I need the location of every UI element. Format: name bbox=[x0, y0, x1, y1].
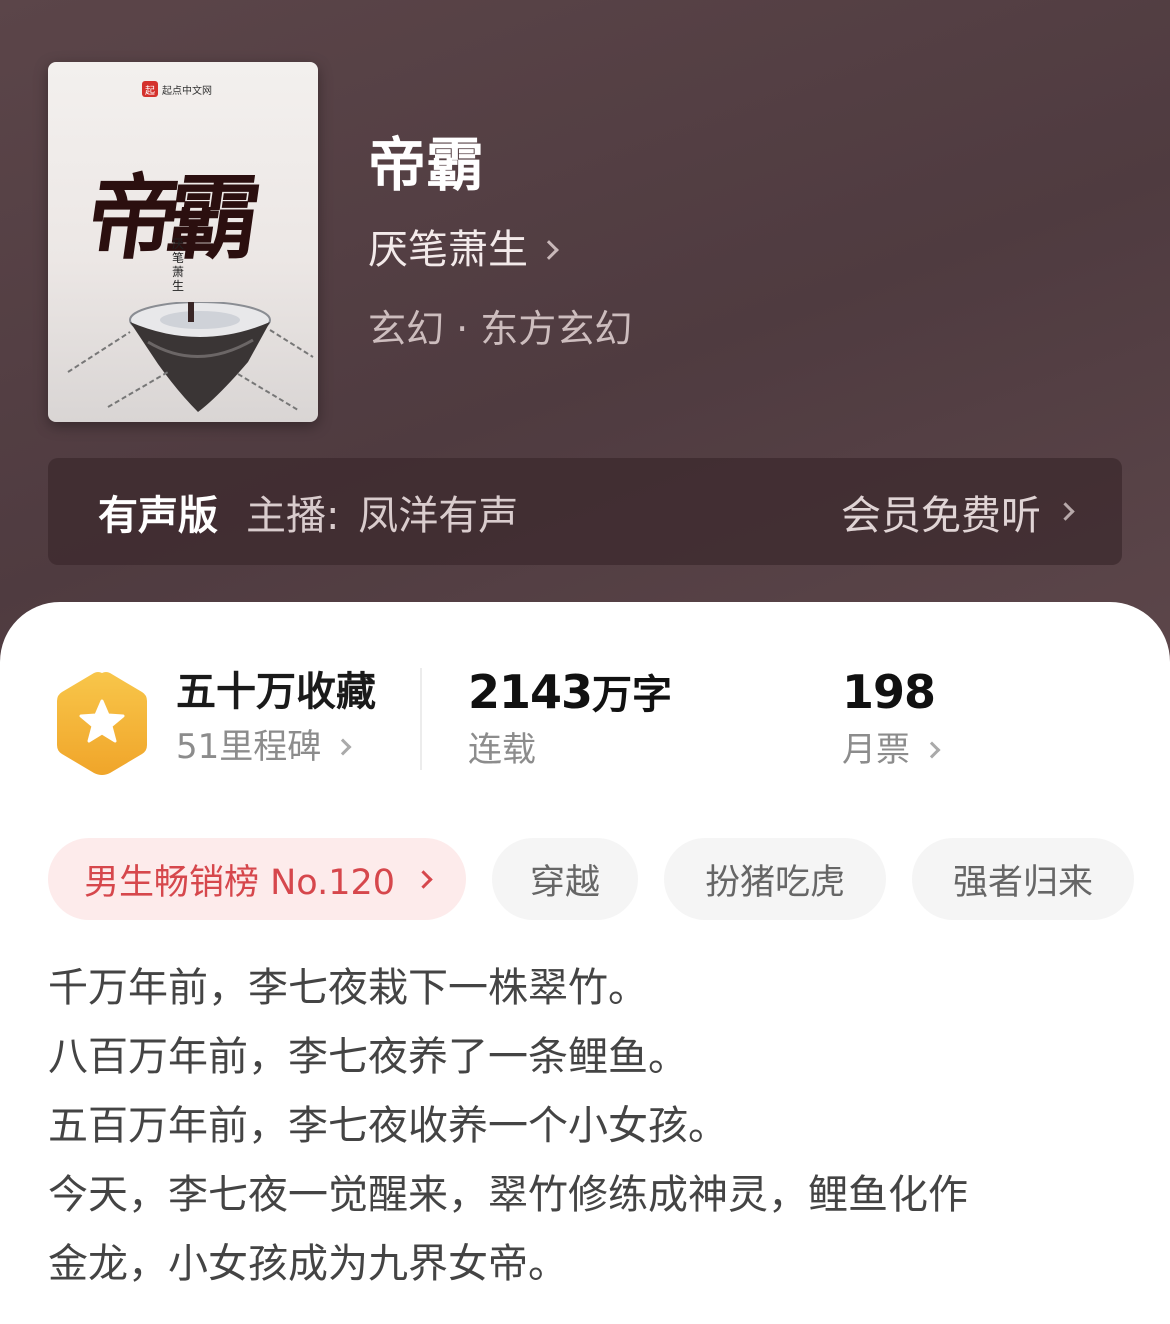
chevron-right-icon bbox=[539, 240, 559, 260]
genre-label[interactable]: 玄幻 · 东方玄幻 bbox=[368, 302, 632, 356]
milestone-link[interactable]: 51里程碑 bbox=[176, 720, 376, 774]
publisher-logo-mark: 起 bbox=[142, 81, 158, 97]
word-count-stat: 2143万字 连载 bbox=[468, 664, 672, 777]
book-synopsis[interactable]: 千万年前，李七夜栽下一株翠竹。 八百万年前，李七夜养了一条鲤鱼。 五百万年前，李… bbox=[48, 954, 1128, 1299]
tag-chip[interactable]: 扮猪吃虎 bbox=[664, 838, 887, 920]
synopsis-line: 八百万年前，李七夜养了一条鲤鱼。 bbox=[48, 1034, 688, 1080]
chevron-right-icon bbox=[334, 738, 352, 756]
audio-host: 主播: 凤洋有声 bbox=[246, 483, 518, 541]
favorites-count: 五十万收藏 bbox=[176, 669, 376, 715]
tag-chip[interactable]: 穿越 bbox=[492, 838, 639, 920]
chevron-right-icon bbox=[414, 869, 433, 889]
cover-title-art: 帝霸 bbox=[80, 164, 256, 272]
synopsis-line: 今天，李七夜一觉醒来，翠竹修练成神灵，鲤鱼化作 bbox=[48, 1172, 968, 1218]
listen-free-label: 会员免费听 bbox=[841, 492, 1041, 539]
monthly-votes-label: 月票 bbox=[842, 730, 910, 770]
rank-tag-label: 男生畅销榜 No.120 bbox=[84, 862, 396, 903]
book-header: 起 起点中文网 帝霸 厌笔萧生 帝霸 厌笔萧生 玄幻 · 东方玄幻 有声版 主播… bbox=[0, 0, 1170, 660]
word-count: 2143万字 bbox=[468, 664, 672, 723]
chevron-right-icon bbox=[923, 741, 941, 759]
rank-tag[interactable]: 男生畅销榜 No.120 bbox=[48, 838, 467, 920]
monthly-votes-number: 198 bbox=[842, 665, 936, 719]
milestone-label: 51里程碑 bbox=[176, 727, 322, 767]
word-count-number: 2143 bbox=[468, 665, 593, 719]
monthly-votes: 198 bbox=[842, 664, 938, 723]
audio-edition-bar[interactable]: 有声版 主播: 凤洋有声 会员免费听 bbox=[48, 458, 1122, 565]
stat-divider bbox=[420, 668, 422, 770]
serial-status: 连载 bbox=[468, 730, 536, 770]
monthly-votes-stat[interactable]: 198 月票 bbox=[842, 664, 941, 777]
author-name: 厌笔萧生 bbox=[368, 227, 528, 273]
star-hexagon-icon[interactable] bbox=[54, 670, 150, 780]
favorites-stat[interactable]: 五十万收藏 51里程碑 bbox=[176, 664, 376, 774]
publisher-logo: 起 起点中文网 bbox=[142, 80, 212, 98]
synopsis-line: 千万年前，李七夜栽下一株翠竹。 bbox=[48, 965, 648, 1011]
audio-host-name: 凤洋有声 bbox=[358, 492, 519, 539]
chevron-right-icon bbox=[1056, 502, 1075, 521]
word-count-unit: 万字 bbox=[592, 672, 673, 718]
book-title: 帝霸 bbox=[368, 131, 485, 199]
synopsis-line: 金龙，小女孩成为九界女帝。 bbox=[48, 1241, 568, 1287]
audio-host-label: 主播: bbox=[246, 492, 340, 539]
author-link[interactable]: 厌笔萧生 bbox=[368, 222, 559, 278]
listen-free-button[interactable]: 会员免费听 bbox=[841, 483, 1075, 541]
book-cover[interactable]: 起 起点中文网 帝霸 厌笔萧生 bbox=[48, 62, 318, 422]
monthly-votes-link[interactable]: 月票 bbox=[842, 723, 941, 777]
synopsis-line: 五百万年前，李七夜收养一个小女孩。 bbox=[48, 1103, 728, 1149]
tag-row: 男生畅销榜 No.120 穿越 扮猪吃虎 强者归来 bbox=[48, 838, 1135, 920]
publisher-logo-text: 起点中文网 bbox=[162, 85, 212, 97]
tag-chip[interactable]: 强者归来 bbox=[912, 838, 1135, 920]
book-detail-panel: 五十万收藏 51里程碑 2143万字 连载 198 月票 男生畅销榜 No.12… bbox=[0, 602, 1170, 1324]
cover-author-art: 厌笔萧生 bbox=[172, 237, 185, 293]
audio-edition-tag: 有声版 bbox=[98, 492, 218, 539]
